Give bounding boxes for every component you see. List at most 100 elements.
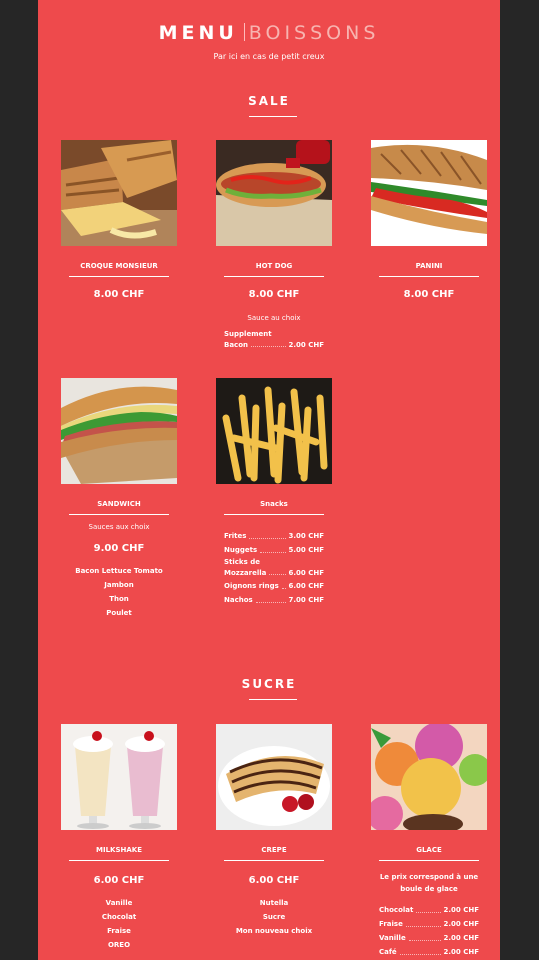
snacks-price-table: Frites 3.00 CHF Nuggets 5.00 CHF Sticks de…: [224, 529, 324, 607]
price-row: Mozzarella 6.00 CHF: [224, 568, 324, 579]
dot-leader: [255, 593, 286, 603]
row-price: 2.00 CHF: [443, 906, 480, 914]
price-row: Chocolat 2.00 CHF: [379, 903, 479, 917]
option: Mon nouveau choix: [235, 927, 313, 935]
panini-photo: [371, 140, 487, 246]
option: Vanille: [105, 899, 133, 907]
dot-leader: [405, 917, 441, 927]
item-note: Sauces aux choix: [88, 523, 150, 531]
option: Nutella: [259, 899, 289, 907]
supplement-label: Supplement: [224, 330, 272, 338]
dot-leader: [416, 903, 441, 913]
option: OREO: [107, 941, 131, 949]
item-divider: [224, 276, 324, 277]
dot-leader: [251, 340, 286, 347]
glace-photo: [371, 724, 487, 830]
option: Chocolat: [101, 913, 137, 921]
section-title-sucre: SUCRE: [241, 677, 297, 691]
row-label: Vanille: [379, 934, 406, 942]
option: Poulet: [106, 609, 132, 617]
card-glace: GLACE Le prix correspond à une boule de …: [371, 724, 487, 959]
item-divider: [379, 860, 479, 861]
item-price: 8.00 CHF: [248, 289, 300, 300]
crepe-photo: [216, 724, 332, 830]
row-price: 2.00 CHF: [443, 948, 480, 956]
price-row: Nuggets 5.00 CHF: [224, 543, 324, 557]
hot-dog-photo: [216, 140, 332, 246]
item-price: 9.00 CHF: [93, 543, 145, 554]
nav-boissons-link[interactable]: BOISSONS: [249, 22, 380, 44]
item-name: SANDWICH: [97, 500, 141, 508]
card-milkshake: MILKSHAKE 6.00 CHF Vanille Chocolat Frai…: [61, 724, 177, 952]
header: MENU BOISSONS Par ici en cas de petit cre…: [38, 22, 500, 61]
item-name: MILKSHAKE: [96, 846, 142, 854]
dot-leader: [281, 579, 286, 589]
row-label: Chocolat: [379, 906, 414, 914]
row-price: 7.00 CHF: [288, 596, 325, 604]
row-price: 2.00 CHF: [443, 934, 480, 942]
card-hot-dog: HOT DOG 8.00 CHF Sauce au choix Suppleme…: [216, 140, 332, 351]
option-list: Vanille Chocolat Fraise OREO: [61, 896, 177, 952]
option-list: Bacon Lettuce Tomato Jambon Thon Poulet: [61, 564, 177, 620]
supplement-table: Supplement Bacon 2.00 CHF: [224, 329, 324, 351]
item-divider: [379, 276, 479, 277]
row-price: 6.00 CHF: [288, 569, 325, 577]
price-row: Sticks de: [224, 557, 324, 568]
item-name: HOT DOG: [255, 262, 293, 270]
top-nav: MENU BOISSONS: [38, 22, 500, 44]
row-price: 3.00 CHF: [288, 532, 325, 540]
milkshake-photo: [61, 724, 177, 830]
price-row: Nachos 7.00 CHF: [224, 593, 324, 607]
price-row: Café 2.00 CHF: [379, 945, 479, 959]
row-label: Fraise: [379, 920, 403, 928]
item-name: GLACE: [416, 846, 442, 854]
option: Fraise: [107, 927, 131, 935]
item-divider: [69, 276, 169, 277]
row-label: Nuggets: [224, 546, 258, 554]
row-label: Oignons rings: [224, 582, 279, 590]
supplement-row: Bacon 2.00 CHF: [224, 340, 324, 351]
row-price: 5.00 CHF: [288, 546, 325, 554]
price-row: Frites 3.00 CHF: [224, 529, 324, 543]
row-label: Sticks de: [224, 558, 260, 566]
item-name: Snacks: [260, 500, 288, 508]
item-name: CREPE: [261, 846, 287, 854]
item-divider: [224, 514, 324, 515]
option: Jambon: [104, 581, 134, 589]
sandwich-photo: [61, 378, 177, 484]
card-croque-monsieur: CROQUE MONSIEUR 8.00 CHF: [61, 140, 177, 300]
section-rule-sale: [249, 116, 297, 117]
snacks-photo: [216, 378, 332, 484]
tagline: Par ici en cas de petit creux: [213, 52, 325, 61]
nav-menu-link[interactable]: MENU: [159, 22, 238, 44]
dot-leader: [260, 543, 286, 553]
dot-leader: [249, 529, 286, 539]
row-label: Nachos: [224, 596, 253, 604]
dot-leader: [399, 945, 441, 955]
item-note: Sauce au choix: [247, 314, 301, 322]
supplement-item: Bacon: [224, 341, 249, 349]
row-price: 2.00 CHF: [443, 920, 480, 928]
option: Sucre: [262, 913, 286, 921]
item-divider: [224, 860, 324, 861]
item-price: 6.00 CHF: [248, 875, 300, 886]
item-divider: [69, 860, 169, 861]
price-row: Fraise 2.00 CHF: [379, 917, 479, 931]
card-crepe: CREPE 6.00 CHF Nutella Sucre Mon nouveau…: [216, 724, 332, 938]
option-list: Nutella Sucre Mon nouveau choix: [216, 896, 332, 938]
option: Thon: [109, 595, 129, 603]
price-row: Vanille 2.00 CHF: [379, 931, 479, 945]
row-label: Café: [379, 948, 397, 956]
item-price: 8.00 CHF: [93, 289, 145, 300]
option: Bacon Lettuce Tomato: [75, 567, 163, 575]
item-note: Le prix correspond à une boule de glace: [379, 873, 479, 893]
price-row: Oignons rings 6.00 CHF: [224, 579, 324, 593]
item-name: PANINI: [415, 262, 443, 270]
supplement-price: 2.00 CHF: [288, 341, 325, 349]
croque-monsieur-photo: [61, 140, 177, 246]
card-panini: PANINI 8.00 CHF: [371, 140, 487, 300]
row-label: Mozzarella: [224, 569, 267, 577]
row-price: 6.00 CHF: [288, 582, 325, 590]
item-price: 6.00 CHF: [93, 875, 145, 886]
dot-leader: [269, 568, 286, 575]
